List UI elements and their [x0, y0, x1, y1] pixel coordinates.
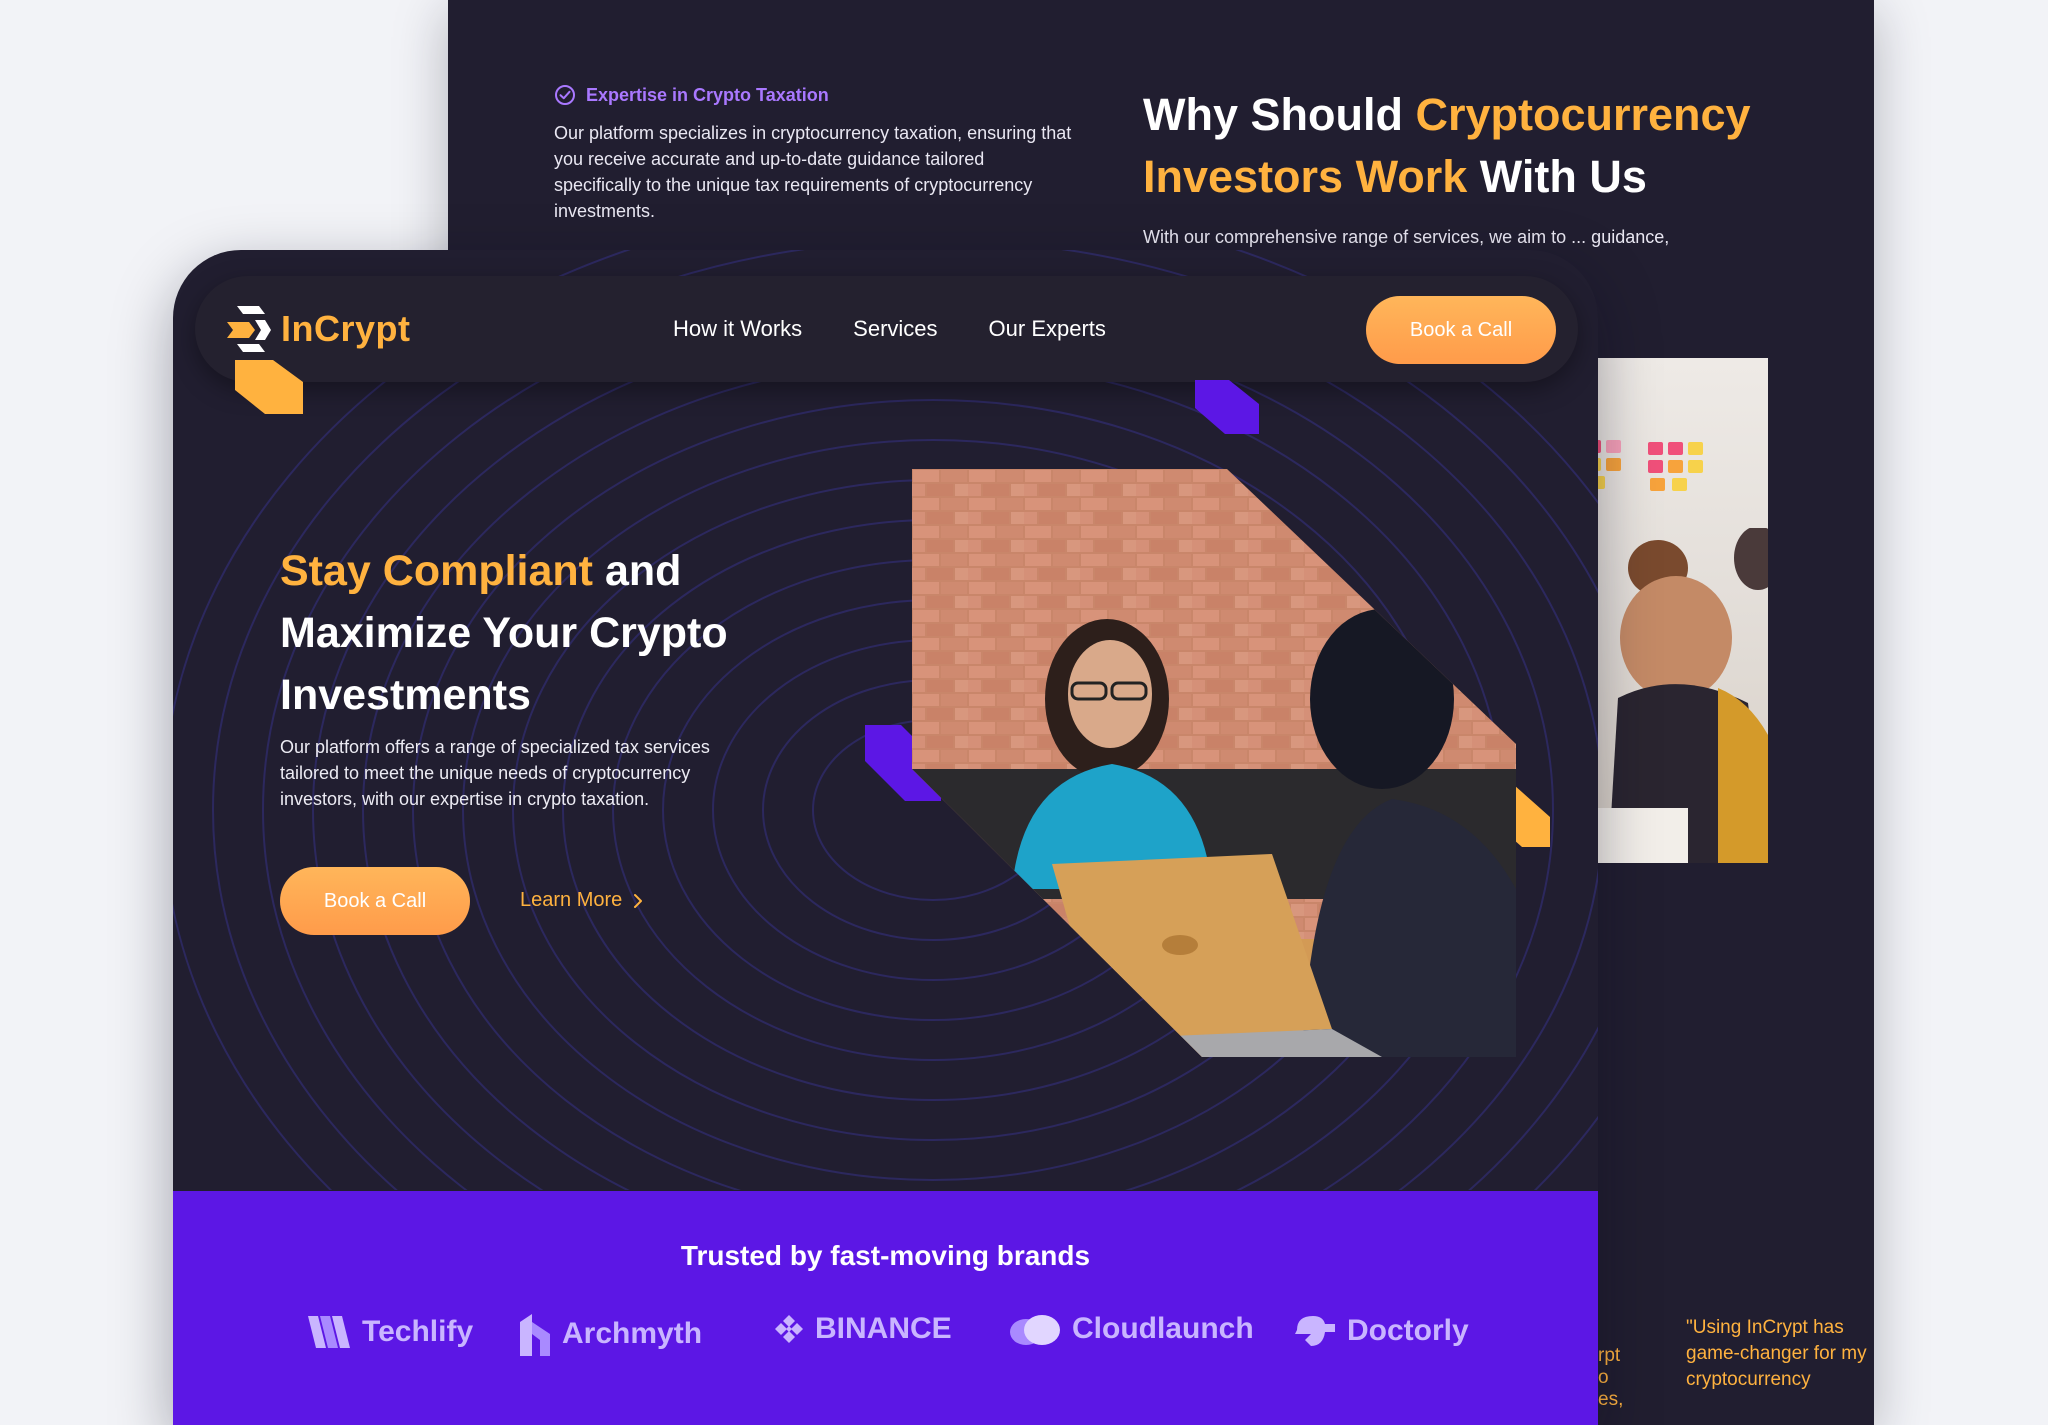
feature-expertise: Expertise in Crypto Taxation Our platfor… [554, 84, 1074, 224]
brand-binance: BINANCE [773, 1312, 952, 1346]
techlify-logo-icon [308, 1316, 350, 1348]
hero-title: Stay Compliant and Maximize Your Crypto … [280, 547, 728, 719]
why-title: Why Should Cryptocurrency Investors Work… [1143, 89, 1751, 202]
brand-cloudlaunch: Cloudlaunch [1008, 1312, 1254, 1346]
incrypt-logo-icon [227, 306, 271, 352]
brands-section [173, 1191, 1598, 1425]
brands-title: Trusted by fast-moving brands [680, 1240, 1091, 1271]
learn-more-link[interactable]: Learn More [520, 889, 644, 912]
hero-body: Our platform offers a range of specializ… [280, 737, 710, 809]
purple-hex-shape-icon [1195, 380, 1259, 434]
nav-links: How it Works Services Our Experts [673, 316, 1106, 342]
nav-link-how-it-works[interactable]: How it Works [673, 316, 802, 342]
hero-book-call-button[interactable]: Book a Call [280, 867, 470, 935]
brand-archmyth: Archmyth [518, 1312, 702, 1356]
team-people-illustration [1598, 528, 1768, 863]
hero-photo [912, 469, 1516, 1057]
nav-book-call-button[interactable]: Book a Call [1366, 296, 1556, 364]
nav-link-services[interactable]: Services [853, 316, 937, 342]
testimonial-snippet: "Using InCrypt has game-changer for my c… [1686, 1317, 1867, 1390]
cloudlaunch-logo-icon [1010, 1315, 1060, 1345]
orange-hex-shape-icon [235, 360, 303, 414]
landing-page-window: InCrypt How it Works Services Our Expert… [173, 250, 1598, 1425]
chevron-right-icon [634, 893, 643, 908]
archmyth-logo-icon [520, 1314, 550, 1356]
feature-title: Expertise in Crypto Taxation [586, 84, 829, 105]
testimonial-left-fragment: rpt o es, [1598, 1345, 1624, 1410]
logo-text: InCrypt [281, 308, 411, 349]
doctorly-logo-icon [1295, 1316, 1335, 1346]
brand-techlify: Techlify [306, 1312, 473, 1352]
why-section: Why Should Cryptocurrency Investors Work… [1143, 84, 1783, 276]
logo[interactable]: InCrypt [225, 304, 411, 354]
binance-logo-icon [775, 1315, 803, 1343]
navbar: InCrypt How it Works Services Our Expert… [195, 276, 1578, 382]
brand-doctorly: Doctorly [1291, 1312, 1469, 1350]
nav-link-our-experts[interactable]: Our Experts [989, 316, 1106, 342]
feature-body: Our platform specializes in cryptocurren… [554, 123, 1072, 221]
check-circle-icon [555, 85, 575, 105]
